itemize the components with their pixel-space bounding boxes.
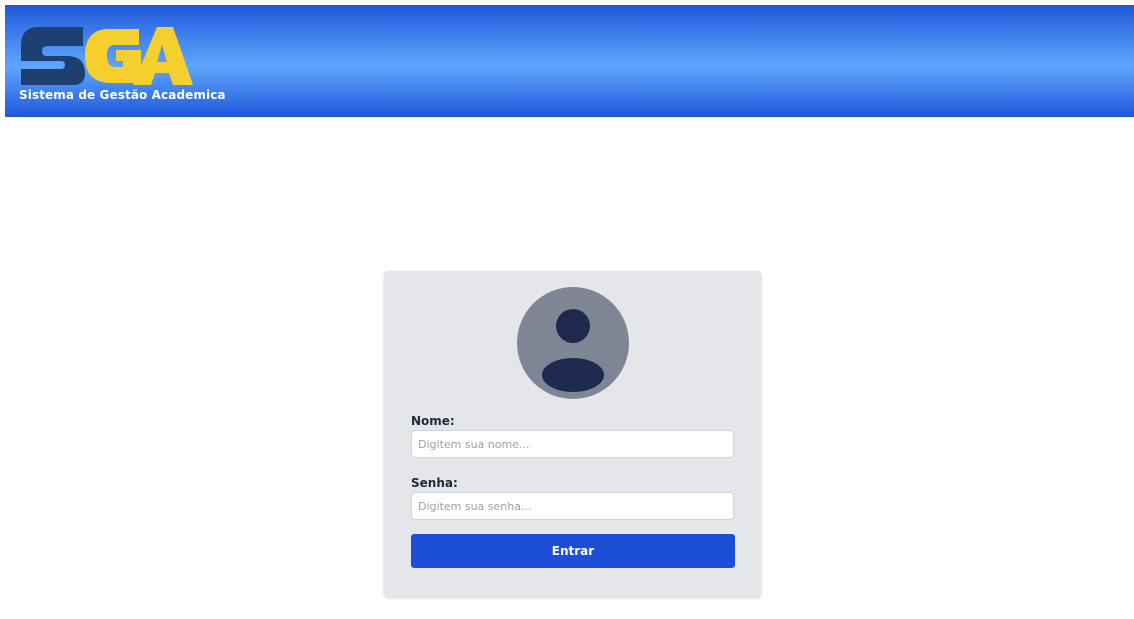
login-button[interactable]: Entrar <box>411 534 735 568</box>
name-input[interactable] <box>411 430 734 458</box>
top-header: Sistema de Gestão Academica <box>5 5 1134 117</box>
user-avatar-icon <box>516 286 630 400</box>
password-label: Senha: <box>411 476 458 490</box>
app-subtitle: Sistema de Gestão Academica <box>19 88 226 102</box>
login-card: Nome: Senha: Entrar <box>384 271 761 597</box>
name-label: Nome: <box>411 414 455 428</box>
password-input[interactable] <box>411 492 734 520</box>
